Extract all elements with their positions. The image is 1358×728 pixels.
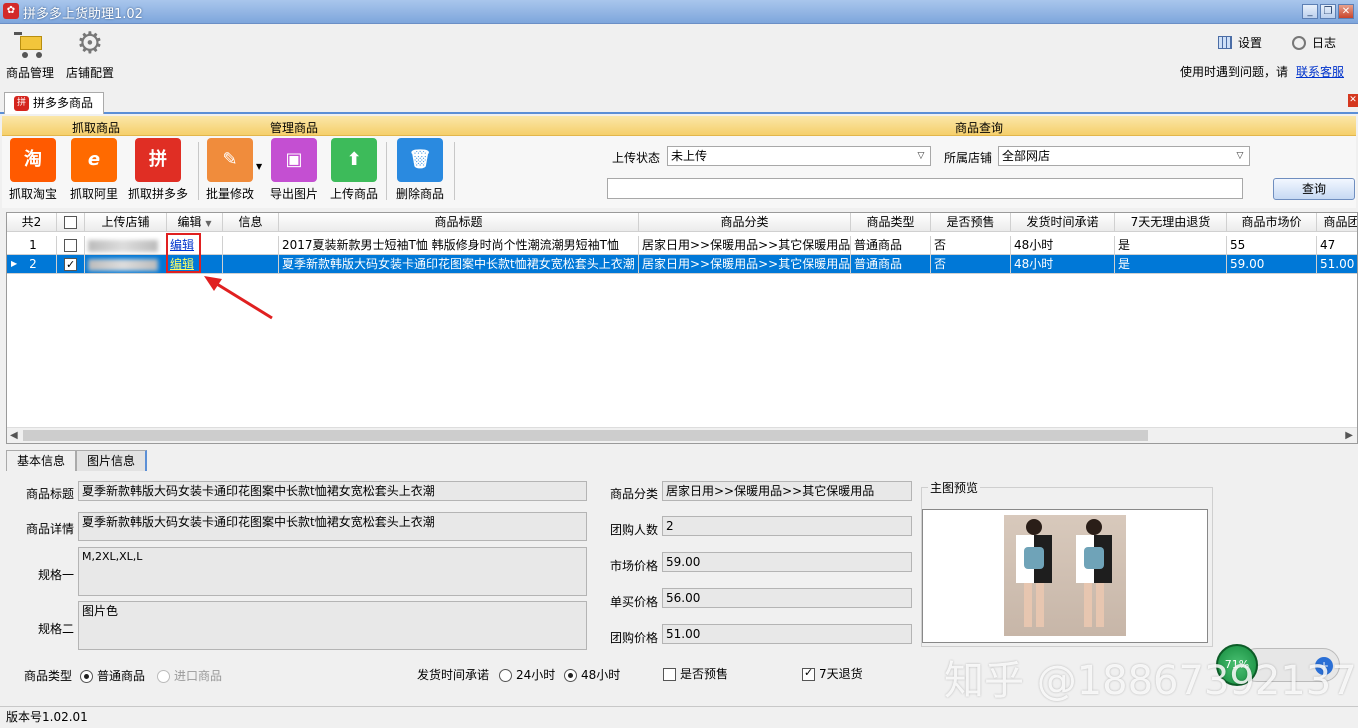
group-price-label: 团购价格 <box>609 631 658 645</box>
group-count-field[interactable]: 2 <box>662 516 912 536</box>
type-import-radio[interactable]: 进口商品 <box>157 667 222 684</box>
detail-tabs: 基本信息 图片信息 <box>6 450 148 471</box>
ship-48h-radio[interactable]: 48小时 <box>564 666 620 683</box>
version-text: 版本号1.02.01 <box>6 710 88 724</box>
group-count-label: 团购人数 <box>609 523 658 537</box>
type-label: 商品类型 <box>24 669 73 683</box>
spec1-field[interactable]: M,2XL,XL,L <box>78 547 587 596</box>
preview-title: 主图预览 <box>928 479 981 496</box>
ship-label: 发货时间承诺 <box>417 668 490 682</box>
single-price-label: 单买价格 <box>609 595 658 609</box>
spec2-field[interactable]: 图片色 <box>78 601 587 650</box>
single-price-field[interactable]: 56.00 <box>662 588 912 608</box>
presale-checkbox[interactable]: 是否预售 <box>663 665 728 682</box>
category-label: 商品分类 <box>609 487 658 501</box>
spec2-label: 规格二 <box>37 622 74 636</box>
watermark: 知乎 @18867392137 <box>944 658 1357 704</box>
ship-24h-radio[interactable]: 24小时 <box>499 666 555 683</box>
group-price-field[interactable]: 51.00 <box>662 624 912 644</box>
market-price-label: 市场价格 <box>609 559 658 573</box>
tab-image-info[interactable]: 图片信息 <box>76 450 148 471</box>
tab-basic-info[interactable]: 基本信息 <box>6 450 77 471</box>
title-label: 商品标题 <box>25 487 74 501</box>
description-field[interactable]: 夏季新款韩版大码女装卡通印花图案中长款t恤裙女宽松套头上衣潮 <box>78 512 587 541</box>
description-label: 商品详情 <box>25 522 74 536</box>
return-7days-checkbox[interactable]: 7天退货 <box>802 665 863 682</box>
status-bar: 版本号1.02.01 <box>0 706 1358 728</box>
product-photo <box>1004 515 1126 636</box>
title-field[interactable]: 夏季新款韩版大码女装卡通印花图案中长款t恤裙女宽松套头上衣潮 <box>78 481 587 501</box>
category-field[interactable]: 居家日用>>保暖用品>>其它保暖用品 <box>662 481 912 501</box>
market-price-field[interactable]: 59.00 <box>662 552 912 572</box>
spec1-label: 规格一 <box>37 568 74 582</box>
type-normal-radio[interactable]: 普通商品 <box>80 667 145 684</box>
